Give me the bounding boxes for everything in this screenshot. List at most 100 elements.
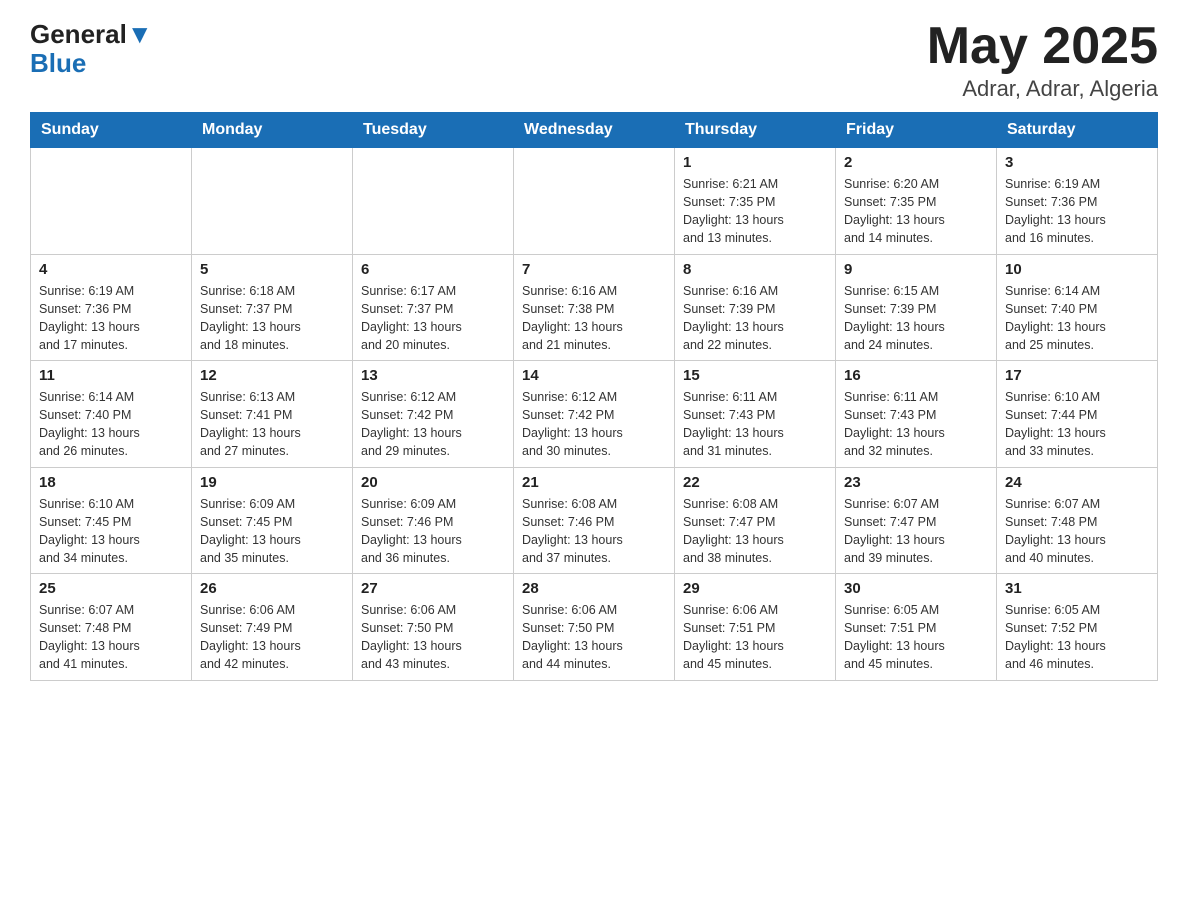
weekday-header-friday: Friday <box>836 113 997 148</box>
day-info: Sunrise: 6:14 AMSunset: 7:40 PMDaylight:… <box>1005 282 1149 355</box>
calendar-cell: 3 Sunrise: 6:19 AMSunset: 7:36 PMDaylight… <box>997 148 1158 255</box>
calendar-cell: 21 Sunrise: 6:08 AMSunset: 7:46 PMDayligh… <box>514 467 675 574</box>
day-number: 30 <box>844 580 988 597</box>
day-number: 20 <box>361 474 505 491</box>
day-number: 6 <box>361 261 505 278</box>
calendar-cell: 25Sunrise: 6:07 AMSunset: 7:48 PMDayligh… <box>31 574 192 681</box>
day-info: Sunrise: 6:09 AMSunset: 7:45 PMDaylight:… <box>200 495 344 568</box>
day-info: Sunrise: 6:16 AMSunset: 7:39 PMDaylight:… <box>683 282 827 355</box>
calendar-cell: 26 Sunrise: 6:06 AMSunset: 7:49 PMDayligh… <box>192 574 353 681</box>
logo: General▼ Blue <box>30 20 153 77</box>
day-number: 2 <box>844 154 988 171</box>
calendar-cell: 29Sunrise: 6:06 AMSunset: 7:51 PMDayligh… <box>675 574 836 681</box>
day-info: Sunrise: 6:07 AMSunset: 7:48 PMDaylight:… <box>1005 495 1149 568</box>
title-block: May 2025 Adrar, Adrar, Algeria <box>927 20 1158 102</box>
day-info: Sunrise: 6:13 AMSunset: 7:41 PMDaylight:… <box>200 388 344 461</box>
logo-blue-text: Blue <box>30 48 86 78</box>
calendar-cell: 23 Sunrise: 6:07 AMSunset: 7:47 PMDayligh… <box>836 467 997 574</box>
day-number: 13 <box>361 367 505 384</box>
day-number: 21 <box>522 474 666 491</box>
calendar-cell: 4 Sunrise: 6:19 AMSunset: 7:36 PMDaylight… <box>31 254 192 361</box>
weekday-header-saturday: Saturday <box>997 113 1158 148</box>
day-number: 7 <box>522 261 666 278</box>
day-info: Sunrise: 6:10 AMSunset: 7:45 PMDaylight:… <box>39 495 183 568</box>
day-info: Sunrise: 6:12 AMSunset: 7:42 PMDaylight:… <box>522 388 666 461</box>
day-number: 22 <box>683 474 827 491</box>
calendar-cell: 28 Sunrise: 6:06 AMSunset: 7:50 PMDayligh… <box>514 574 675 681</box>
day-number: 9 <box>844 261 988 278</box>
calendar-cell: 10 Sunrise: 6:14 AMSunset: 7:40 PMDayligh… <box>997 254 1158 361</box>
calendar-cell <box>31 148 192 255</box>
day-info: Sunrise: 6:06 AMSunset: 7:50 PMDaylight:… <box>361 601 505 674</box>
day-number: 28 <box>522 580 666 597</box>
calendar-cell: 6 Sunrise: 6:17 AMSunset: 7:37 PMDaylight… <box>353 254 514 361</box>
day-info: Sunrise: 6:14 AMSunset: 7:40 PMDaylight:… <box>39 388 183 461</box>
calendar-cell: 15 Sunrise: 6:11 AMSunset: 7:43 PMDayligh… <box>675 361 836 468</box>
week-row-5: 25Sunrise: 6:07 AMSunset: 7:48 PMDayligh… <box>31 574 1158 681</box>
weekday-header-monday: Monday <box>192 113 353 148</box>
day-number: 3 <box>1005 154 1149 171</box>
day-info: Sunrise: 6:09 AMSunset: 7:46 PMDaylight:… <box>361 495 505 568</box>
calendar-cell: 2 Sunrise: 6:20 AMSunset: 7:35 PMDaylight… <box>836 148 997 255</box>
calendar-cell: 14Sunrise: 6:12 AMSunset: 7:42 PMDayligh… <box>514 361 675 468</box>
day-info: Sunrise: 6:08 AMSunset: 7:46 PMDaylight:… <box>522 495 666 568</box>
calendar-cell: 31 Sunrise: 6:05 AMSunset: 7:52 PMDayligh… <box>997 574 1158 681</box>
week-row-3: 11 Sunrise: 6:14 AMSunset: 7:40 PMDayligh… <box>31 361 1158 468</box>
calendar-cell <box>192 148 353 255</box>
calendar-cell: 17Sunrise: 6:10 AMSunset: 7:44 PMDayligh… <box>997 361 1158 468</box>
calendar-cell: 8Sunrise: 6:16 AMSunset: 7:39 PMDaylight… <box>675 254 836 361</box>
calendar-cell: 13 Sunrise: 6:12 AMSunset: 7:42 PMDayligh… <box>353 361 514 468</box>
weekday-header-tuesday: Tuesday <box>353 113 514 148</box>
day-number: 5 <box>200 261 344 278</box>
day-number: 4 <box>39 261 183 278</box>
day-info: Sunrise: 6:19 AMSunset: 7:36 PMDaylight:… <box>1005 175 1149 248</box>
calendar-cell: 20 Sunrise: 6:09 AMSunset: 7:46 PMDayligh… <box>353 467 514 574</box>
day-number: 19 <box>200 474 344 491</box>
day-info: Sunrise: 6:19 AMSunset: 7:36 PMDaylight:… <box>39 282 183 355</box>
month-year: May 2025 <box>927 20 1158 72</box>
location: Adrar, Adrar, Algeria <box>927 76 1158 102</box>
week-row-2: 4 Sunrise: 6:19 AMSunset: 7:36 PMDaylight… <box>31 254 1158 361</box>
day-number: 23 <box>844 474 988 491</box>
day-number: 15 <box>683 367 827 384</box>
day-number: 17 <box>1005 367 1149 384</box>
weekday-header-row: SundayMondayTuesdayWednesdayThursdayFrid… <box>31 113 1158 148</box>
calendar-cell: 24Sunrise: 6:07 AMSunset: 7:48 PMDayligh… <box>997 467 1158 574</box>
day-info: Sunrise: 6:08 AMSunset: 7:47 PMDaylight:… <box>683 495 827 568</box>
day-number: 11 <box>39 367 183 384</box>
header: General▼ Blue May 2025 Adrar, Adrar, Alg… <box>30 20 1158 102</box>
day-info: Sunrise: 6:17 AMSunset: 7:37 PMDaylight:… <box>361 282 505 355</box>
day-number: 18 <box>39 474 183 491</box>
calendar-cell <box>353 148 514 255</box>
calendar-cell: 22 Sunrise: 6:08 AMSunset: 7:47 PMDayligh… <box>675 467 836 574</box>
day-info: Sunrise: 6:21 AMSunset: 7:35 PMDaylight:… <box>683 175 827 248</box>
logo-triangle-icon: ▼ <box>127 19 153 49</box>
day-number: 29 <box>683 580 827 597</box>
day-info: Sunrise: 6:07 AMSunset: 7:47 PMDaylight:… <box>844 495 988 568</box>
day-info: Sunrise: 6:06 AMSunset: 7:49 PMDaylight:… <box>200 601 344 674</box>
day-info: Sunrise: 6:05 AMSunset: 7:51 PMDaylight:… <box>844 601 988 674</box>
calendar-cell: 27Sunrise: 6:06 AMSunset: 7:50 PMDayligh… <box>353 574 514 681</box>
week-row-1: 1 Sunrise: 6:21 AMSunset: 7:35 PMDaylight… <box>31 148 1158 255</box>
day-info: Sunrise: 6:12 AMSunset: 7:42 PMDaylight:… <box>361 388 505 461</box>
calendar-cell: 16 Sunrise: 6:11 AMSunset: 7:43 PMDayligh… <box>836 361 997 468</box>
calendar-cell: 19 Sunrise: 6:09 AMSunset: 7:45 PMDayligh… <box>192 467 353 574</box>
calendar-cell: 9 Sunrise: 6:15 AMSunset: 7:39 PMDaylight… <box>836 254 997 361</box>
calendar: SundayMondayTuesdayWednesdayThursdayFrid… <box>30 112 1158 681</box>
day-number: 1 <box>683 154 827 171</box>
day-info: Sunrise: 6:11 AMSunset: 7:43 PMDaylight:… <box>844 388 988 461</box>
day-info: Sunrise: 6:20 AMSunset: 7:35 PMDaylight:… <box>844 175 988 248</box>
day-info: Sunrise: 6:11 AMSunset: 7:43 PMDaylight:… <box>683 388 827 461</box>
calendar-cell: 11 Sunrise: 6:14 AMSunset: 7:40 PMDayligh… <box>31 361 192 468</box>
day-info: Sunrise: 6:06 AMSunset: 7:50 PMDaylight:… <box>522 601 666 674</box>
day-info: Sunrise: 6:15 AMSunset: 7:39 PMDaylight:… <box>844 282 988 355</box>
week-row-4: 18 Sunrise: 6:10 AMSunset: 7:45 PMDayligh… <box>31 467 1158 574</box>
calendar-cell: 1 Sunrise: 6:21 AMSunset: 7:35 PMDaylight… <box>675 148 836 255</box>
calendar-cell: 7 Sunrise: 6:16 AMSunset: 7:38 PMDaylight… <box>514 254 675 361</box>
day-info: Sunrise: 6:16 AMSunset: 7:38 PMDaylight:… <box>522 282 666 355</box>
day-info: Sunrise: 6:05 AMSunset: 7:52 PMDaylight:… <box>1005 601 1149 674</box>
day-number: 26 <box>200 580 344 597</box>
day-number: 16 <box>844 367 988 384</box>
day-number: 31 <box>1005 580 1149 597</box>
day-number: 10 <box>1005 261 1149 278</box>
